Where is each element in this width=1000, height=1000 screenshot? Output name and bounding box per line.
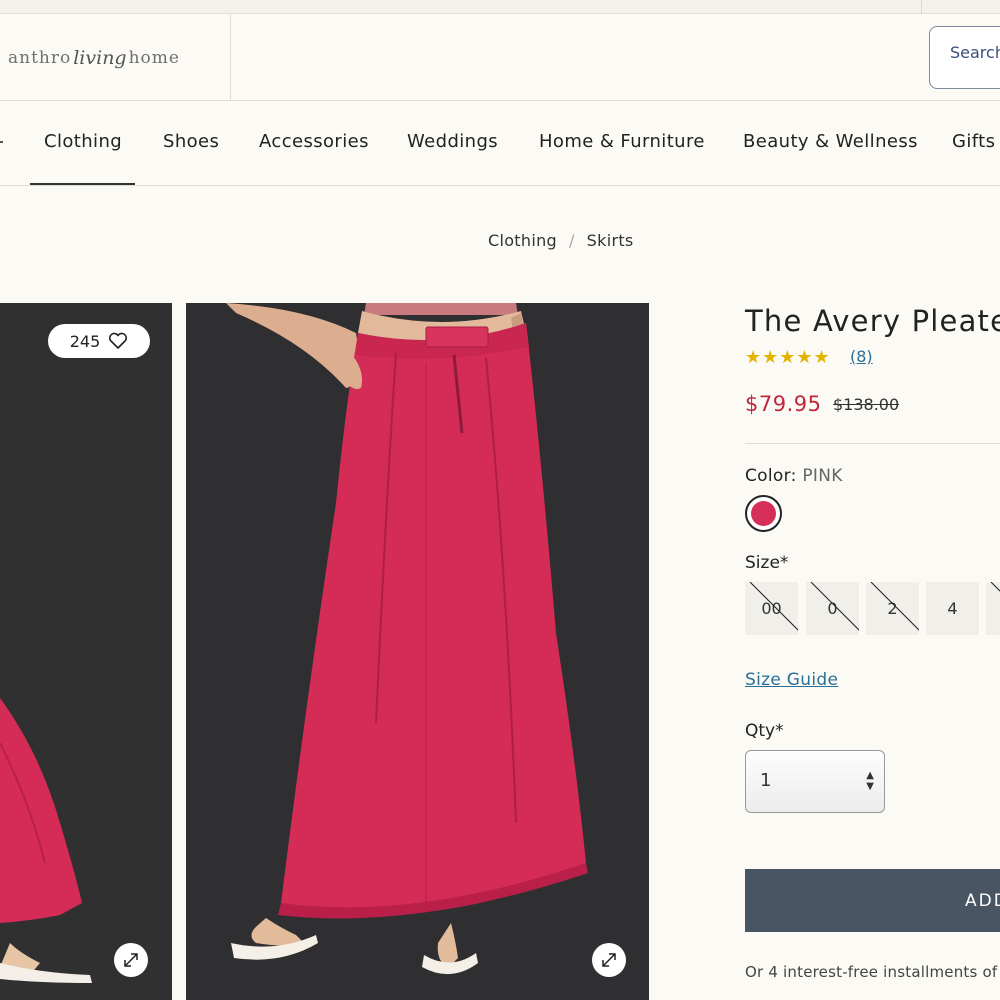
nav-item-home-furniture[interactable]: Home & Furniture <box>539 131 705 152</box>
expand-icon <box>602 953 616 967</box>
breadcrumb-skirts[interactable]: Skirts <box>587 231 634 250</box>
size-label: Size* <box>745 553 789 573</box>
original-price: $138.00 <box>833 395 900 414</box>
wishlist-button[interactable]: 245 <box>48 324 150 358</box>
nav-item-weddings[interactable]: Weddings <box>407 131 498 152</box>
color-value: PINK <box>802 466 843 486</box>
stepper-arrows-icon: ▲ ▼ <box>866 770 874 792</box>
nav-item-clothing[interactable]: Clothing <box>44 131 122 152</box>
review-count-link[interactable]: (8) <box>850 347 873 366</box>
nav-item-beauty-wellness[interactable]: Beauty & Wellness <box>743 131 918 152</box>
installments-text: Or 4 interest-free installments of <box>745 963 998 981</box>
header-divider <box>230 14 231 100</box>
color-label: Color: PINK <box>745 466 843 486</box>
nav-item-shoes[interactable]: Shoes <box>163 131 219 152</box>
size-option-2[interactable]: 2 <box>866 582 919 635</box>
site-logo[interactable]: anthro living home <box>8 40 180 76</box>
breadcrumb-separator: / <box>568 231 575 250</box>
size-option-0[interactable]: 0 <box>806 582 859 635</box>
like-count: 245 <box>69 331 101 351</box>
qty-value: 1 <box>760 770 772 791</box>
logo-text-home: home <box>128 48 180 68</box>
strip-divider <box>921 0 922 14</box>
skirt-illustration-left <box>0 303 172 1000</box>
add-to-bag-button[interactable]: ADD <box>745 869 1000 932</box>
breadcrumb: Clothing / Skirts <box>488 231 634 250</box>
details-divider <box>745 443 1000 444</box>
size-option-partial[interactable] <box>986 582 1000 635</box>
main-nav: Clothing Shoes Accessories Weddings Home… <box>0 101 1000 186</box>
skirt-illustration-main <box>186 303 649 1000</box>
expand-image-button-left[interactable] <box>114 943 148 977</box>
nav-item-gifts[interactable]: Gifts <box>952 131 995 152</box>
product-image-secondary[interactable] <box>0 303 172 1000</box>
size-option-label: 4 <box>947 599 958 618</box>
logo-text-anthro: anthro <box>8 48 72 68</box>
size-option-00[interactable]: 00 <box>745 582 798 635</box>
qty-label: Qty* <box>745 721 784 741</box>
site-header: anthro living home Search <box>0 14 1000 101</box>
product-title: The Avery Pleated <box>745 304 1000 338</box>
logo-text-living: living <box>73 47 127 69</box>
search-button[interactable]: Search <box>929 26 1000 89</box>
expand-image-button-main[interactable] <box>592 943 626 977</box>
nav-active-indicator <box>30 183 135 185</box>
nav-item-accessories[interactable]: Accessories <box>259 131 369 152</box>
swatch-fill <box>751 501 776 526</box>
breadcrumb-clothing[interactable]: Clothing <box>488 231 557 250</box>
rating-stars: ★★★★★ <box>745 347 831 368</box>
size-option-4[interactable]: 4 <box>926 582 979 635</box>
browser-top-strip <box>0 0 1000 14</box>
color-swatch-pink[interactable] <box>745 495 782 532</box>
expand-icon <box>124 953 138 967</box>
heart-icon <box>109 332 128 349</box>
sale-price: $79.95 <box>745 392 822 416</box>
nav-overflow-marker <box>0 141 3 143</box>
unavailable-strike <box>990 582 1000 635</box>
size-guide-link[interactable]: Size Guide <box>745 670 838 690</box>
color-label-text: Color: <box>745 466 797 486</box>
product-image-main[interactable] <box>186 303 649 1000</box>
qty-select[interactable]: 1 ▲ ▼ <box>745 750 885 813</box>
